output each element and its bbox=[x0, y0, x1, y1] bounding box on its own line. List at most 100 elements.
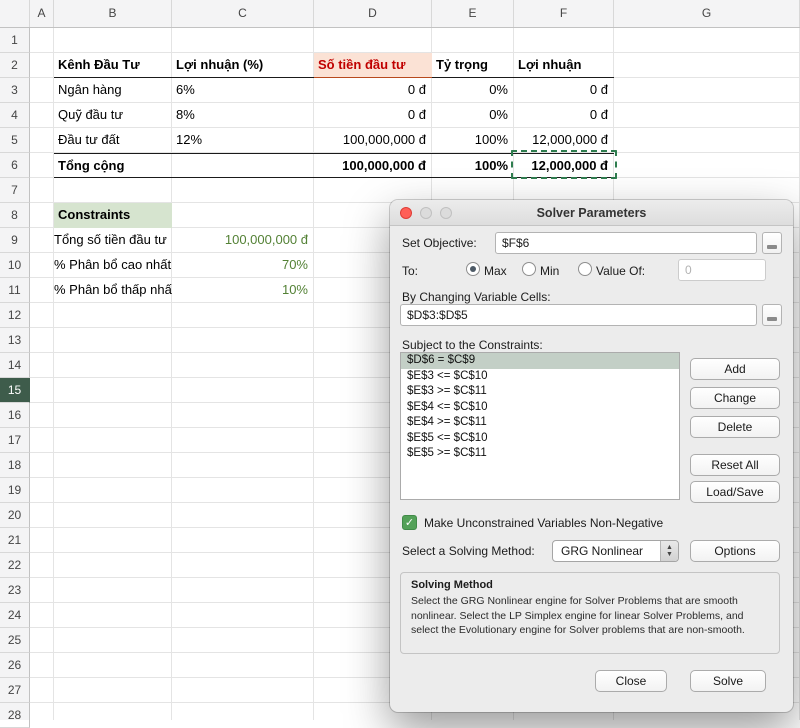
cell-D3[interactable]: 0 đ bbox=[314, 78, 432, 103]
cell-E4[interactable]: 0% bbox=[432, 103, 514, 128]
cell-B9[interactable]: Tổng số tiền đầu tư bbox=[54, 228, 172, 253]
column-header-d[interactable]: D bbox=[314, 0, 432, 27]
row-header-26[interactable]: 26 bbox=[0, 653, 30, 678]
row-header-24[interactable]: 24 bbox=[0, 603, 30, 628]
row-header-20[interactable]: 20 bbox=[0, 503, 30, 528]
cell-C10[interactable]: 70% bbox=[172, 253, 314, 278]
solve-button[interactable]: Solve bbox=[690, 670, 766, 692]
variable-cells-range-selector-icon[interactable] bbox=[762, 304, 782, 326]
row-header-6[interactable]: 6 bbox=[0, 153, 30, 178]
row-header-27[interactable]: 27 bbox=[0, 678, 30, 703]
cell-D4[interactable]: 0 đ bbox=[314, 103, 432, 128]
row-header-11[interactable]: 11 bbox=[0, 278, 30, 303]
row-header-13[interactable]: 13 bbox=[0, 328, 30, 353]
row-header-21[interactable]: 21 bbox=[0, 528, 30, 553]
cell-B3[interactable]: Ngân hàng bbox=[54, 78, 172, 103]
radio-min[interactable] bbox=[522, 262, 536, 276]
cell-C2[interactable]: Lợi nhuận (%) bbox=[172, 53, 314, 78]
column-header-g[interactable]: G bbox=[614, 0, 800, 27]
column-header-a[interactable]: A bbox=[30, 0, 54, 27]
constraint-item[interactable]: $E$5 <= $C$10 bbox=[401, 431, 679, 447]
cell-F6[interactable]: 12,000,000 đ bbox=[514, 153, 614, 178]
row-header-2[interactable]: 2 bbox=[0, 53, 30, 78]
constraint-item[interactable]: $E$5 >= $C$11 bbox=[401, 446, 679, 462]
add-button[interactable]: Add bbox=[690, 358, 780, 380]
row-header-9[interactable]: 9 bbox=[0, 228, 30, 253]
row-header-17[interactable]: 17 bbox=[0, 428, 30, 453]
radio-min-label[interactable]: Min bbox=[540, 264, 559, 278]
constraint-item[interactable]: $E$3 <= $C$10 bbox=[401, 369, 679, 385]
change-button[interactable]: Change bbox=[690, 387, 780, 409]
constraint-item[interactable]: $E$3 >= $C$11 bbox=[401, 384, 679, 400]
row-header-3[interactable]: 3 bbox=[0, 78, 30, 103]
row-header-14[interactable]: 14 bbox=[0, 353, 30, 378]
row-header-8[interactable]: 8 bbox=[0, 203, 30, 228]
non-negative-checkbox-label[interactable]: Make Unconstrained Variables Non-Negativ… bbox=[424, 516, 663, 530]
cell-F3[interactable]: 0 đ bbox=[514, 78, 614, 103]
cell-D5[interactable]: 100,000,000 đ bbox=[314, 128, 432, 153]
options-button[interactable]: Options bbox=[690, 540, 780, 562]
radio-value-of-label[interactable]: Value Of: bbox=[596, 264, 645, 278]
row-header-7[interactable]: 7 bbox=[0, 178, 30, 203]
row-header-22[interactable]: 22 bbox=[0, 553, 30, 578]
cell-B6[interactable]: Tổng cộng bbox=[54, 153, 172, 178]
value-of-input[interactable]: 0 bbox=[678, 259, 766, 281]
row-header-18[interactable]: 18 bbox=[0, 453, 30, 478]
objective-range-selector-icon[interactable] bbox=[762, 232, 782, 254]
row-header-16[interactable]: 16 bbox=[0, 403, 30, 428]
cell-C4[interactable]: 8% bbox=[172, 103, 314, 128]
close-button[interactable]: Close bbox=[595, 670, 667, 692]
radio-max-label[interactable]: Max bbox=[484, 264, 507, 278]
radio-max[interactable] bbox=[466, 262, 480, 276]
cell-E2[interactable]: Tỷ trọng bbox=[432, 53, 514, 78]
cell-B4[interactable]: Quỹ đầu tư bbox=[54, 103, 172, 128]
by-changing-input[interactable]: $D$3:$D$5 bbox=[400, 304, 757, 326]
load-save-button[interactable]: Load/Save bbox=[690, 481, 780, 503]
non-negative-checkbox[interactable]: ✓ bbox=[402, 515, 417, 530]
reset-all-button[interactable]: Reset All bbox=[690, 454, 780, 476]
cell-B10[interactable]: % Phân bổ cao nhất bbox=[54, 253, 172, 278]
column-header-f[interactable]: F bbox=[514, 0, 614, 27]
cell-E5[interactable]: 100% bbox=[432, 128, 514, 153]
cell-C5[interactable]: 12% bbox=[172, 128, 314, 153]
cell-F5[interactable]: 12,000,000 đ bbox=[514, 128, 614, 153]
constraint-item[interactable]: $E$4 >= $C$11 bbox=[401, 415, 679, 431]
row-header-12[interactable]: 12 bbox=[0, 303, 30, 328]
row-header-4[interactable]: 4 bbox=[0, 103, 30, 128]
cell-B11[interactable]: % Phân bổ thấp nhất bbox=[54, 278, 172, 303]
cell-B5[interactable]: Đầu tư đất bbox=[54, 128, 172, 153]
column-header-e[interactable]: E bbox=[432, 0, 514, 27]
constraint-item[interactable]: $D$6 = $C$9 bbox=[401, 353, 679, 369]
select-all-corner[interactable] bbox=[0, 0, 30, 27]
delete-button[interactable]: Delete bbox=[690, 416, 780, 438]
cell-C11[interactable]: 10% bbox=[172, 278, 314, 303]
cell-B8-constraints-title[interactable]: Constraints bbox=[54, 203, 172, 228]
cell-E6[interactable]: 100% bbox=[432, 153, 514, 178]
close-window-icon[interactable] bbox=[400, 207, 412, 219]
row-header-1[interactable]: 1 bbox=[0, 28, 30, 53]
cell-C9[interactable]: 100,000,000 đ bbox=[172, 228, 314, 253]
cell-D2[interactable]: Số tiền đầu tư bbox=[314, 53, 432, 78]
column-header-b[interactable]: B bbox=[54, 0, 172, 27]
column-header-c[interactable]: C bbox=[172, 0, 314, 27]
row-header-15[interactable]: 15 bbox=[0, 378, 30, 403]
row-header-19[interactable]: 19 bbox=[0, 478, 30, 503]
cell-D6[interactable]: 100,000,000 đ bbox=[314, 153, 432, 178]
constraint-item[interactable]: $E$4 <= $C$10 bbox=[401, 400, 679, 416]
constraints-list[interactable]: $D$6 = $C$9 $E$3 <= $C$10 $E$3 >= $C$11 $E$… bbox=[400, 352, 680, 500]
row-header-23[interactable]: 23 bbox=[0, 578, 30, 603]
cell-C3[interactable]: 6% bbox=[172, 78, 314, 103]
solving-method-dropdown[interactable]: GRG Nonlinear ▲ ▼ bbox=[552, 540, 679, 562]
row-header-28[interactable]: 28 bbox=[0, 703, 30, 728]
cell-F2[interactable]: Lợi nhuận bbox=[514, 53, 614, 78]
row-header-25[interactable]: 25 bbox=[0, 628, 30, 653]
dialog-titlebar[interactable]: Solver Parameters bbox=[390, 200, 793, 226]
set-objective-input[interactable]: $F$6 bbox=[495, 232, 757, 254]
cell-F4[interactable]: 0 đ bbox=[514, 103, 614, 128]
row-header-10[interactable]: 10 bbox=[0, 253, 30, 278]
cell-E3[interactable]: 0% bbox=[432, 78, 514, 103]
row-header-5[interactable]: 5 bbox=[0, 128, 30, 153]
radio-value-of[interactable] bbox=[578, 262, 592, 276]
cell-B2[interactable]: Kênh Đầu Tư bbox=[54, 53, 172, 78]
cell-C6[interactable] bbox=[172, 153, 314, 178]
